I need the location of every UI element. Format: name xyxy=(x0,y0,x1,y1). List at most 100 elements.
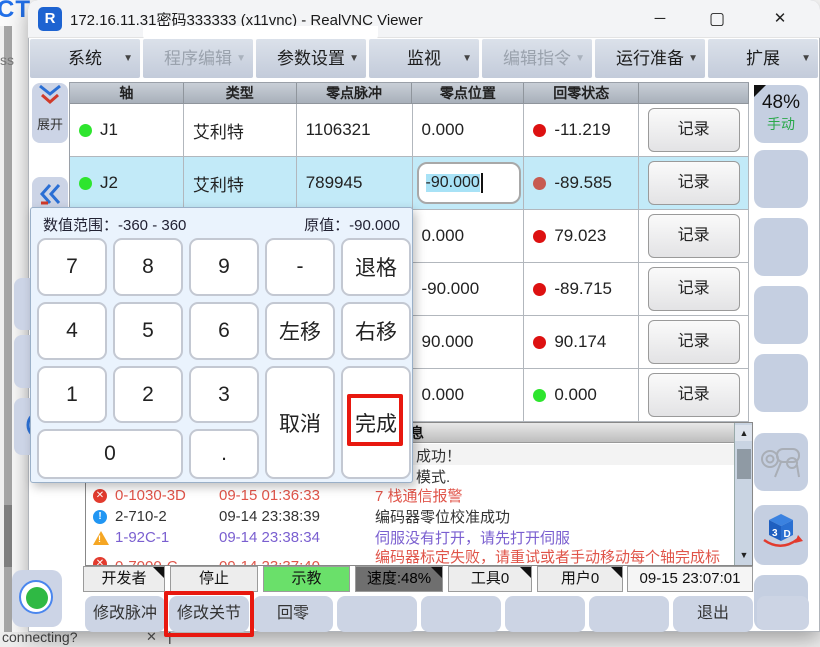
text-cursor xyxy=(481,173,483,193)
side-button-blank-4[interactable] xyxy=(754,354,808,412)
record-button[interactable]: 记录 xyxy=(648,214,740,258)
background-taskbar xyxy=(0,632,820,647)
key-8[interactable]: 8 xyxy=(113,238,183,296)
table-row-j2[interactable]: J2 艾利特 789945 -90.000 -89.585 记录 xyxy=(70,157,749,210)
chevron-down-icon: ▼ xyxy=(236,39,246,78)
bottom-button-blank-2[interactable] xyxy=(421,596,501,632)
minimize-button[interactable]: ─ xyxy=(640,6,680,32)
zero-pulse-value: 1106321 xyxy=(297,104,413,157)
joystick-icon xyxy=(757,474,805,491)
key-9[interactable]: 9 xyxy=(189,238,259,296)
annotation-confirm-highlight xyxy=(347,394,403,446)
view-3d-button[interactable]: 3 D xyxy=(754,505,808,565)
home-status-dot xyxy=(533,230,546,243)
expand-button[interactable]: 展开 xyxy=(32,83,68,143)
scroll-down-icon[interactable]: ▼ xyxy=(735,547,753,563)
exit-button[interactable]: 退出 xyxy=(673,596,753,632)
scroll-thumb[interactable] xyxy=(737,449,751,479)
bottom-button-blank-1[interactable] xyxy=(337,596,417,632)
key-2[interactable]: 2 xyxy=(113,366,183,423)
info-scrollbar[interactable]: ▲ ▼ xyxy=(734,423,752,565)
menu-monitor[interactable]: 监视▼ xyxy=(369,39,479,78)
record-button[interactable]: 记录 xyxy=(648,267,740,311)
side-button-blank-2[interactable] xyxy=(754,218,808,276)
key-dot[interactable]: . xyxy=(189,429,259,479)
warning-icon: ! xyxy=(93,531,109,545)
key-1[interactable]: 1 xyxy=(37,366,107,423)
run-state-indicator[interactable]: 停止 xyxy=(170,566,258,592)
zero-position-value[interactable]: 0.000 xyxy=(413,210,525,263)
header-zero-position: 零点位置 xyxy=(412,83,524,104)
bottom-button-blank-4[interactable] xyxy=(589,596,669,632)
key-0[interactable]: 0 xyxy=(37,429,183,479)
menu-extend[interactable]: 扩展▼ xyxy=(708,39,818,78)
key-backspace[interactable]: 退格 xyxy=(341,238,411,296)
log-row: ! 1-92C-1 09-14 23:38:34 伺服没有打开，请先打开伺服 xyxy=(86,528,734,549)
teach-mode-indicator[interactable]: 示教 xyxy=(263,566,350,592)
speed-mode-button[interactable]: 48% 手动 xyxy=(754,85,808,143)
key-move-left[interactable]: 左移 xyxy=(265,302,335,360)
menu-program-edit[interactable]: 程序编辑▼ xyxy=(143,39,253,78)
log-row: ! 2-710-2 09-14 23:38:39 编码器零位校准成功 xyxy=(86,507,734,528)
side-button-blank-3[interactable] xyxy=(754,286,808,344)
datetime-display: 09-15 23:07:01 xyxy=(627,566,753,592)
home-status-value: -89.585 xyxy=(554,173,612,193)
key-5[interactable]: 5 xyxy=(113,302,183,360)
mode-label: 手动 xyxy=(754,114,808,134)
home-status-value: 79.023 xyxy=(554,226,606,246)
key-4[interactable]: 4 xyxy=(37,302,107,360)
key-6[interactable]: 6 xyxy=(189,302,259,360)
svg-text:3: 3 xyxy=(772,528,778,539)
menu-edit-instruction[interactable]: 编辑指令▼ xyxy=(482,39,592,78)
speed-selector[interactable]: 速度:48% xyxy=(355,566,443,592)
side-button-blank-1[interactable] xyxy=(754,150,808,208)
cube-3d-icon: 3 D xyxy=(759,547,803,564)
log-row: ✕ 0-1030-3D 09-15 01:36:33 7 栈通信报警 xyxy=(86,486,734,507)
menu-run-prepare[interactable]: 运行准备▼ xyxy=(595,39,705,78)
background-scrollbar-thumb xyxy=(4,505,12,567)
zero-position-input[interactable]: -90.000 xyxy=(417,162,521,204)
zero-position-value[interactable]: -90.000 xyxy=(413,263,525,316)
tool-selector[interactable]: 工具0 xyxy=(448,566,532,592)
bottom-button-blank-3[interactable] xyxy=(505,596,585,632)
modify-pulse-button[interactable]: 修改脉冲 xyxy=(85,596,165,632)
key-minus[interactable]: - xyxy=(265,238,335,296)
menu-bar: 系统▼ 程序编辑▼ 参数设置▼ 监视▼ 编辑指令▼ 运行准备▼ 扩展▼ xyxy=(30,39,818,78)
record-button[interactable]: 记录 xyxy=(648,161,740,205)
enable-indicator-button[interactable] xyxy=(12,570,62,627)
key-cancel[interactable]: 取消 xyxy=(265,366,335,479)
key-7[interactable]: 7 xyxy=(37,238,107,296)
home-button[interactable]: 回零 xyxy=(253,596,333,632)
error-icon: ✕ xyxy=(93,489,107,503)
record-button[interactable]: 记录 xyxy=(648,108,740,152)
zero-position-value[interactable]: 0.000 xyxy=(413,369,525,422)
zero-position-value[interactable]: 0.000 xyxy=(413,104,525,157)
chevron-down-icon: ▼ xyxy=(462,39,472,78)
chevron-down-icon: ▼ xyxy=(349,39,359,78)
home-status-dot xyxy=(533,336,546,349)
maximize-button[interactable]: ▢ xyxy=(697,6,737,32)
key-3[interactable]: 3 xyxy=(189,366,259,423)
joystick-button[interactable] xyxy=(754,433,808,491)
scroll-up-icon[interactable]: ▲ xyxy=(735,425,753,441)
axis-status-dot xyxy=(79,177,92,190)
record-button[interactable]: 记录 xyxy=(648,320,740,364)
table-row-j1[interactable]: J1 艾利特 1106321 0.000 -11.219 记录 xyxy=(70,104,749,157)
home-status-dot xyxy=(533,389,546,402)
record-button[interactable]: 记录 xyxy=(648,373,740,417)
key-move-right[interactable]: 右移 xyxy=(341,302,411,360)
bottom-button-blank-5[interactable] xyxy=(757,596,809,630)
value-range-label: 数值范围：-360 - 360 xyxy=(43,214,186,235)
zero-position-value[interactable]: 90.000 xyxy=(413,316,525,369)
chevron-down-icon: ▼ xyxy=(801,39,811,78)
user-frame-selector[interactable]: 用户0 xyxy=(537,566,623,592)
menu-parameter-settings[interactable]: 参数设置▼ xyxy=(256,39,366,78)
log-row: ✕ 0-7000-C 09-14 23:37:40 编码器标定失败，请重试或者手… xyxy=(86,549,734,566)
header-home-status: 回零状态 xyxy=(524,83,639,104)
close-button[interactable]: ✕ xyxy=(760,6,800,32)
home-status-dot xyxy=(533,124,546,137)
user-level-selector[interactable]: 开发者 xyxy=(83,566,165,592)
header-action xyxy=(639,83,749,104)
menu-system[interactable]: 系统▼ xyxy=(30,39,140,78)
axis-status-dot xyxy=(79,124,92,137)
